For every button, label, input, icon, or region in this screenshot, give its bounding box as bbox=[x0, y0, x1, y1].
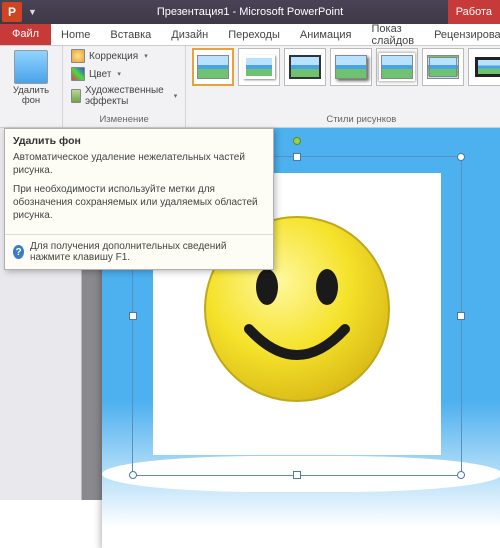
screentip: Удалить фон Автоматическое удаление неже… bbox=[4, 128, 274, 270]
tab-slideshow[interactable]: Показ слайдов bbox=[362, 24, 425, 45]
tooltip-footer: ? Для получения дополнительных сведений … bbox=[5, 234, 273, 269]
color-button[interactable]: Цвет▾ bbox=[69, 66, 179, 82]
tab-review[interactable]: Рецензирование bbox=[424, 24, 500, 45]
tab-transitions[interactable]: Переходы bbox=[218, 24, 290, 45]
resize-handle-s[interactable] bbox=[293, 471, 301, 479]
color-icon bbox=[71, 67, 85, 81]
style-item-3[interactable] bbox=[284, 48, 326, 86]
group-label-adjust: Изменение bbox=[69, 114, 179, 126]
tooltip-help-text: Для получения дополнительных сведений на… bbox=[30, 241, 265, 263]
style-item-1[interactable] bbox=[192, 48, 234, 86]
titlebar: P ▼ Презентация1 - Microsoft PowerPoint … bbox=[0, 0, 500, 24]
chevron-down-icon: ▾ bbox=[174, 92, 178, 100]
rotate-handle[interactable] bbox=[293, 137, 301, 145]
tooltip-body: Автоматическое удаление нежелательных ча… bbox=[5, 149, 273, 234]
brush-icon bbox=[71, 89, 81, 103]
resize-handle-e[interactable] bbox=[457, 312, 465, 320]
window-title: Презентация1 - Microsoft PowerPoint bbox=[157, 6, 343, 18]
contextual-tab[interactable]: Работа bbox=[448, 0, 500, 24]
resize-handle-w[interactable] bbox=[129, 312, 137, 320]
ribbon: Удалитьфон Коррекция▾ Цвет▾ Художественн… bbox=[0, 46, 500, 128]
group-label-styles: Стили рисунков bbox=[192, 114, 500, 126]
remove-background-button[interactable]: Удалитьфон bbox=[6, 48, 56, 109]
tab-design[interactable]: Дизайн bbox=[161, 24, 218, 45]
remove-bg-icon bbox=[14, 50, 48, 84]
style-item-4[interactable] bbox=[330, 48, 372, 86]
resize-handle-ne[interactable] bbox=[457, 153, 465, 161]
resize-handle-se[interactable] bbox=[457, 471, 465, 479]
tooltip-title: Удалить фон bbox=[5, 129, 273, 149]
tab-home[interactable]: Home bbox=[51, 24, 100, 45]
style-gallery: ▲ ▼ ▾ bbox=[192, 48, 500, 86]
chevron-down-icon: ▾ bbox=[117, 70, 121, 78]
tab-insert[interactable]: Вставка bbox=[100, 24, 161, 45]
artistic-effects-button[interactable]: Художественные эффекты▾ bbox=[69, 84, 179, 108]
style-item-5[interactable] bbox=[376, 48, 418, 86]
resize-handle-sw[interactable] bbox=[129, 471, 137, 479]
corrections-button[interactable]: Коррекция▾ bbox=[69, 48, 179, 64]
tab-animation[interactable]: Анимация bbox=[290, 24, 362, 45]
style-item-7[interactable] bbox=[468, 48, 500, 86]
ribbon-tabs: Файл Home Вставка Дизайн Переходы Анимац… bbox=[0, 24, 500, 46]
ribbon-group-picture-styles: ▲ ▼ ▾ Стили рисунков bbox=[186, 46, 500, 127]
chevron-down-icon: ▾ bbox=[144, 52, 148, 60]
app-icon[interactable]: P bbox=[2, 2, 22, 22]
qat-dropdown-icon[interactable]: ▼ bbox=[28, 7, 37, 17]
style-item-2[interactable] bbox=[238, 48, 280, 86]
style-item-6[interactable] bbox=[422, 48, 464, 86]
tab-file[interactable]: Файл bbox=[0, 24, 51, 45]
ribbon-group-remove-bg: Удалитьфон bbox=[0, 46, 63, 127]
help-icon: ? bbox=[13, 245, 24, 259]
ribbon-group-adjust: Коррекция▾ Цвет▾ Художественные эффекты▾… bbox=[63, 46, 186, 127]
sun-icon bbox=[71, 49, 85, 63]
resize-handle-n[interactable] bbox=[293, 153, 301, 161]
